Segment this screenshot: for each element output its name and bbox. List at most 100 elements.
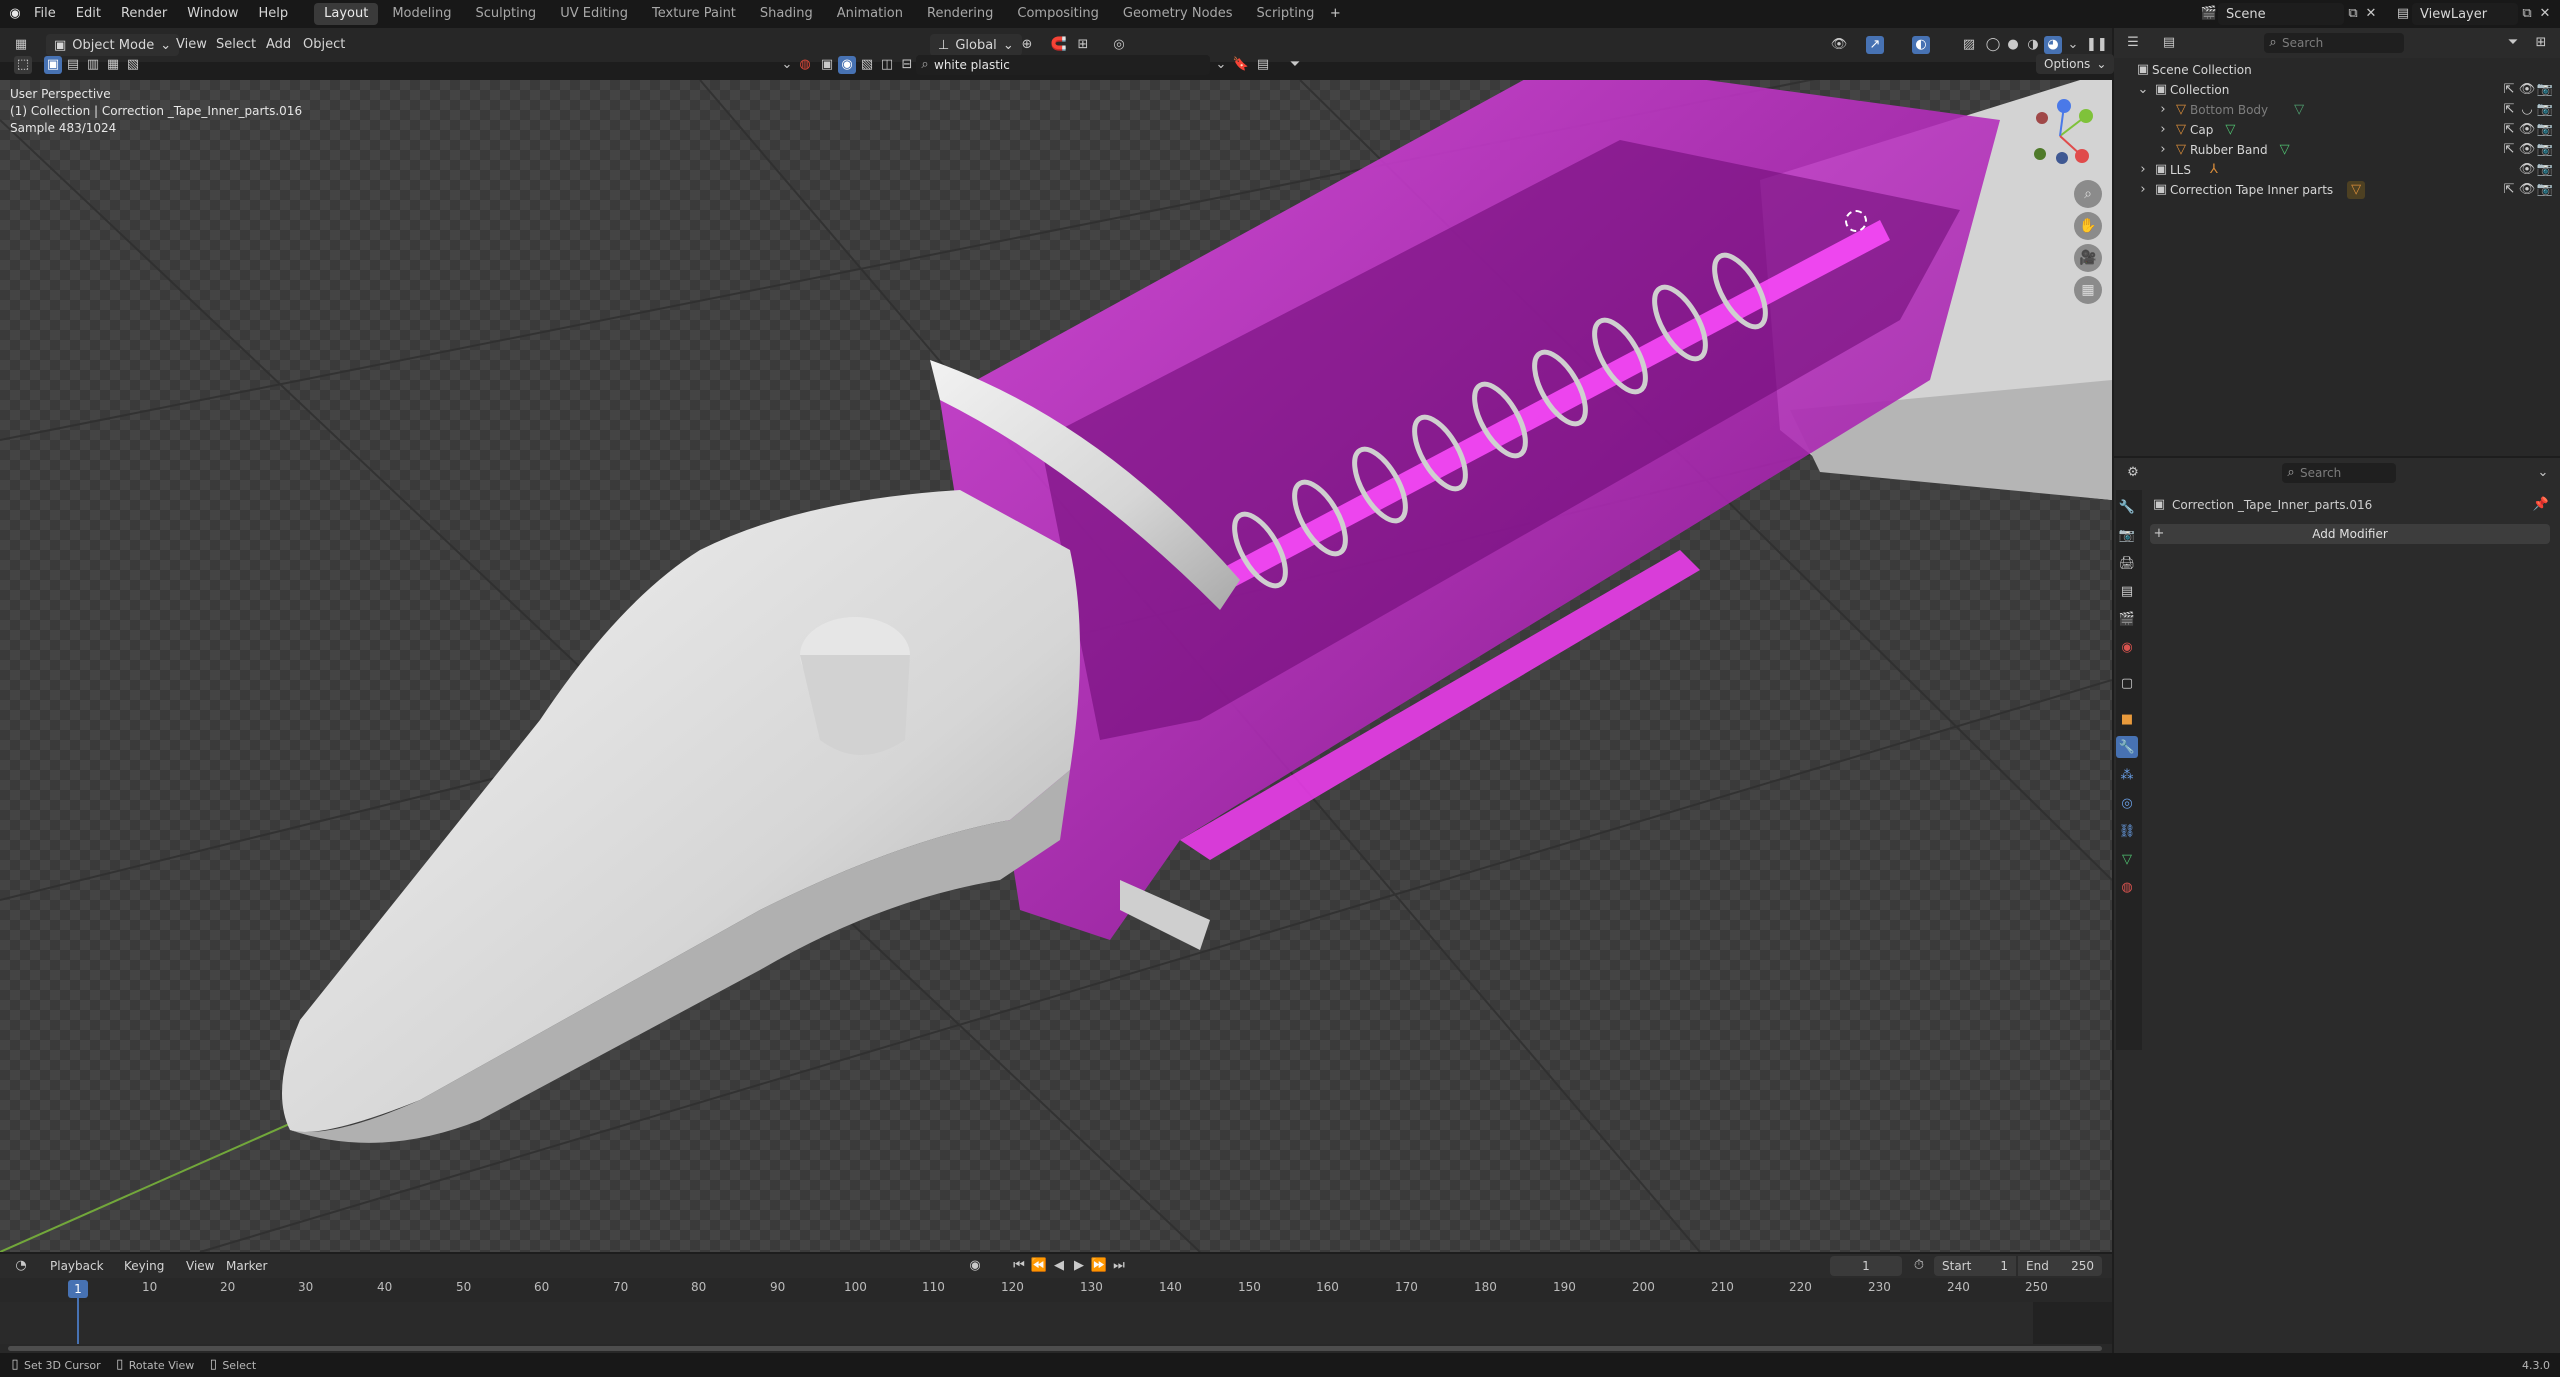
- add-modifier-button[interactable]: + Add Modifier: [2150, 524, 2550, 544]
- ortho-toggle-icon[interactable]: ▦: [2074, 276, 2102, 304]
- workspace-tab-layout[interactable]: Layout: [314, 3, 379, 25]
- timeline-scrollbar[interactable]: [8, 1346, 2102, 1351]
- tool-tab-icon[interactable]: 🔧: [2116, 496, 2138, 518]
- bookmark-icon[interactable]: 🔖: [1232, 56, 1250, 74]
- shading-mode-render-icon[interactable]: ◫: [878, 56, 896, 74]
- workspace-tab-modeling[interactable]: Modeling: [382, 3, 461, 25]
- filter-icon[interactable]: ⏷: [1286, 56, 1304, 74]
- render-camera-icon[interactable]: 📷: [2536, 121, 2554, 139]
- menu-file[interactable]: File: [24, 0, 66, 28]
- timeline-ruler[interactable]: 1 10 20 30 40 50 60 70 80 90 100 110 120…: [0, 1280, 2112, 1300]
- particles-tab-icon[interactable]: ⁂: [2116, 764, 2138, 786]
- play-icon[interactable]: ▶: [1070, 1257, 1088, 1275]
- scene-tab-icon[interactable]: 🎬: [2116, 608, 2138, 630]
- workspace-tab-geometry-nodes[interactable]: Geometry Nodes: [1113, 3, 1243, 25]
- jump-keyframe-back-icon[interactable]: ⏪: [1030, 1257, 1048, 1275]
- new-view-layer-icon[interactable]: ⧉: [2518, 5, 2536, 23]
- current-frame-field[interactable]: 1: [1830, 1256, 1902, 1276]
- delete-scene-icon[interactable]: ✕: [2362, 5, 2380, 23]
- collapse-chevron-icon[interactable]: ⌄: [778, 56, 796, 74]
- view-layer-tab-icon[interactable]: ▤: [2116, 580, 2138, 602]
- pin-icon[interactable]: 📌: [2532, 496, 2550, 514]
- render-camera-icon[interactable]: 📷: [2536, 81, 2554, 99]
- timeline-menu-playback[interactable]: Playback: [40, 1252, 114, 1280]
- timeline-editor-type-icon[interactable]: ◔: [12, 1257, 30, 1275]
- select-toggle-icon[interactable]: ⇱: [2500, 101, 2518, 119]
- start-frame-field[interactable]: Start 1: [1934, 1256, 2016, 1276]
- axis-gizmo-icon[interactable]: [2020, 96, 2100, 176]
- select-toggle-icon[interactable]: ⇱: [2500, 81, 2518, 99]
- navigation-gizmo[interactable]: [2020, 96, 2100, 176]
- jump-end-icon[interactable]: ⏭: [1110, 1257, 1128, 1275]
- shading-mode-solid-icon[interactable]: ▣: [818, 56, 836, 74]
- visibility-eye-icon[interactable]: 👁: [2518, 181, 2536, 199]
- render-camera-icon[interactable]: 📷: [2536, 181, 2554, 199]
- properties-editor-type-icon[interactable]: ⚙: [2124, 464, 2142, 482]
- tree-item-correction-tape-inner-parts[interactable]: › ▣ Correction Tape Inner parts ▽ ⇱ 👁 📷: [2114, 180, 2560, 200]
- timeline-menu-marker[interactable]: Marker: [216, 1252, 277, 1280]
- play-reverse-icon[interactable]: ◀: [1050, 1257, 1068, 1275]
- world-tab-icon[interactable]: ◉: [2116, 636, 2138, 658]
- options-button[interactable]: Options ⌄: [2036, 54, 2115, 74]
- select-mode-invert-icon[interactable]: ▦: [104, 56, 122, 74]
- chevron-right-icon[interactable]: ›: [2154, 121, 2172, 139]
- workspace-tab-rendering[interactable]: Rendering: [917, 3, 1003, 25]
- playhead-badge[interactable]: 1: [68, 1280, 88, 1298]
- new-scene-icon[interactable]: ⧉: [2344, 5, 2362, 23]
- timeline-track-area[interactable]: [0, 1298, 2112, 1344]
- constraints-tab-icon[interactable]: ⛓: [2116, 820, 2138, 842]
- workspace-tab-compositing[interactable]: Compositing: [1007, 3, 1109, 25]
- end-frame-field[interactable]: End 250: [2018, 1256, 2102, 1276]
- material-search-field[interactable]: ⌕ white plastic: [916, 55, 1210, 75]
- workspace-tab-scripting[interactable]: Scripting: [1247, 3, 1325, 25]
- outliner-editor-type-icon[interactable]: ☰: [2124, 34, 2142, 52]
- select-toggle-icon[interactable]: ⇱: [2500, 141, 2518, 159]
- select-mode-intersect-icon[interactable]: ▧: [124, 56, 142, 74]
- collection-tab-icon[interactable]: ▢: [2116, 672, 2138, 694]
- menu-edit[interactable]: Edit: [66, 0, 111, 28]
- chevron-right-icon[interactable]: ›: [2154, 141, 2172, 159]
- output-tab-icon[interactable]: 🖨: [2116, 552, 2138, 574]
- chevron-right-icon[interactable]: ›: [2154, 101, 2172, 119]
- select-toggle-icon[interactable]: ⇱: [2500, 121, 2518, 139]
- camera-view-icon[interactable]: 🎥: [2074, 244, 2102, 272]
- viewport-scene[interactable]: [0, 80, 2112, 1252]
- search-options-icon[interactable]: ⌄: [1212, 56, 1230, 74]
- tree-item-scene-collection[interactable]: ▣ Scene Collection: [2114, 60, 2560, 80]
- object-tab-icon[interactable]: ■: [2116, 708, 2138, 730]
- display-mode-icon[interactable]: ▤: [2160, 34, 2178, 52]
- render-tab-icon[interactable]: 📷: [2116, 524, 2138, 546]
- new-collection-icon[interactable]: ⊞: [2532, 34, 2550, 52]
- visibility-eye-icon[interactable]: 👁: [2518, 141, 2536, 159]
- select-tool-icon[interactable]: ⬚: [14, 56, 32, 74]
- material-tab-icon[interactable]: ◍: [2116, 876, 2138, 898]
- menu-render[interactable]: Render: [111, 0, 177, 28]
- delete-view-layer-icon[interactable]: ✕: [2536, 5, 2554, 23]
- material-slot-icon[interactable]: ◍: [796, 56, 814, 74]
- visibility-hidden-icon[interactable]: ◡: [2518, 101, 2536, 119]
- tree-item-rubber-band[interactable]: › ▽ Rubber Band ▽ ⇱ 👁 📷: [2114, 140, 2560, 160]
- menu-help[interactable]: Help: [249, 0, 299, 28]
- workspace-tab-animation[interactable]: Animation: [827, 3, 913, 25]
- shading-mode-texture-icon[interactable]: ▧: [858, 56, 876, 74]
- select-mode-new-icon[interactable]: ▣: [44, 56, 62, 74]
- 3d-viewport[interactable]: User Perspective (1) Collection | Correc…: [0, 80, 2112, 1252]
- render-camera-icon[interactable]: 📷: [2536, 101, 2554, 119]
- blender-logo-icon[interactable]: ◉: [6, 5, 24, 23]
- visibility-eye-icon[interactable]: 👁: [2518, 161, 2536, 179]
- preview-range-clock-icon[interactable]: ⏱: [1910, 1257, 1928, 1275]
- timeline-menu-keying[interactable]: Keying: [114, 1252, 174, 1280]
- tree-item-bottom-body[interactable]: › ▽ Bottom Body ▽ ⇱ ◡ 📷: [2114, 100, 2560, 120]
- workspace-tab-sculpting[interactable]: Sculpting: [465, 3, 546, 25]
- menu-window[interactable]: Window: [177, 0, 248, 28]
- visibility-eye-icon[interactable]: 👁: [2518, 81, 2536, 99]
- render-camera-icon[interactable]: 📷: [2536, 161, 2554, 179]
- select-mode-extend-icon[interactable]: ▤: [64, 56, 82, 74]
- jump-keyframe-forward-icon[interactable]: ⏩: [1090, 1257, 1108, 1275]
- pan-hand-icon[interactable]: ✋: [2074, 212, 2102, 240]
- outliner-search-field[interactable]: ⌕ Search: [2264, 33, 2404, 53]
- physics-tab-icon[interactable]: ◎: [2116, 792, 2138, 814]
- display-mode-icon[interactable]: ▤: [1254, 56, 1272, 74]
- shading-mode-camera-icon[interactable]: ⊟: [898, 56, 916, 74]
- select-toggle-icon[interactable]: ⇱: [2500, 181, 2518, 199]
